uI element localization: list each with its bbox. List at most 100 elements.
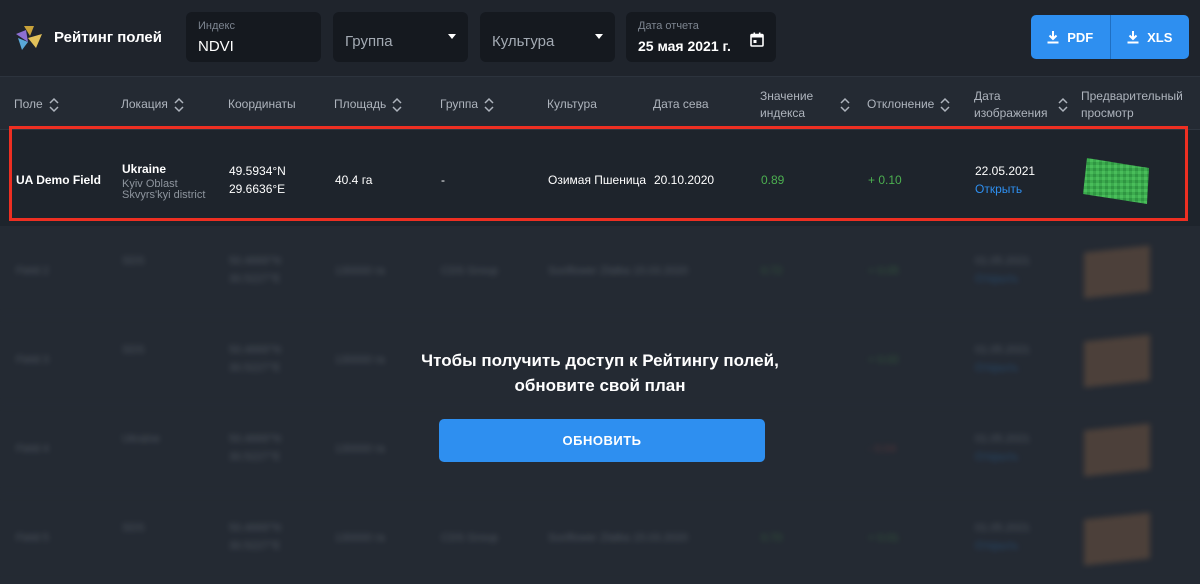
blurred-date: 01.05.2021	[975, 255, 1031, 267]
app-logo-icon[interactable]	[14, 24, 44, 52]
blurred-location: Ukraine	[122, 433, 160, 445]
sort-icon	[484, 97, 494, 112]
column-deviation[interactable]: Отклонение	[867, 96, 950, 113]
column-coordinates-label: Координаты	[228, 97, 296, 111]
row-district: Skvyrs'kyi district	[122, 189, 206, 201]
row-deviation: + 0.10	[868, 173, 902, 187]
row-sow-date: 20.10.2020	[654, 173, 715, 187]
report-date-picker[interactable]: Дата отчета 25 мая 2021 г.	[626, 12, 776, 62]
column-sow-date: Дата сева	[653, 96, 709, 113]
blurred-lat: 50.4669°N	[229, 433, 282, 445]
row-group: -	[441, 173, 445, 187]
chevron-down-icon	[448, 34, 456, 39]
blurred-lat: 50.4669°N	[229, 255, 282, 267]
blurred-date: 01.05.2021	[975, 433, 1031, 445]
blurred-deviation: + 0.01	[868, 532, 899, 544]
column-preview-label-1: Предварительный	[1081, 89, 1183, 103]
column-preview-label-2: просмотр	[1081, 106, 1134, 120]
blurred-location: SDS	[122, 255, 145, 267]
column-image-date-label-2: изображения	[974, 106, 1048, 120]
column-field[interactable]: Поле	[14, 96, 59, 113]
column-deviation-label: Отклонение	[867, 97, 935, 111]
column-image-date-label-1: Дата	[974, 89, 1001, 103]
column-field-label: Поле	[14, 97, 43, 111]
blurred-area: 130000 га	[335, 443, 385, 455]
blurred-open: Открыть	[975, 451, 1019, 463]
sort-icon	[1058, 97, 1068, 113]
column-sow-date-label: Дата сева	[653, 97, 709, 111]
blurred-field: Field 3	[16, 354, 50, 366]
blurred-location: SDS	[122, 344, 145, 356]
row-image-date: 22.05.2021	[975, 164, 1036, 178]
column-crop: Культура	[547, 96, 597, 113]
upgrade-message: Чтобы получить доступ к Рейтингу полей, …	[350, 348, 850, 398]
column-index-value[interactable]: Значение индекса	[760, 88, 850, 122]
blurred-lat: 50.4669°N	[229, 344, 282, 356]
row-field-name[interactable]: UA Demo Field	[16, 173, 101, 187]
table-row: Field 2 SDS 50.4669°N 30.5227°E 130000 г…	[0, 227, 1200, 316]
blurred-group: CDS Group	[441, 265, 498, 277]
column-location-label: Локация	[121, 97, 168, 111]
blurred-thumbnail	[1084, 423, 1150, 477]
upgrade-message-line-2: обновите свой план	[514, 376, 686, 395]
column-crop-label: Культура	[547, 97, 597, 111]
calendar-icon[interactable]	[750, 32, 764, 47]
blurred-deviation: - 0.04	[868, 443, 897, 455]
report-date-label: Дата отчета	[638, 20, 699, 32]
index-label: Индекс	[198, 20, 235, 32]
sort-icon	[392, 97, 402, 112]
export-xls-label: XLS	[1147, 29, 1173, 45]
export-pdf-label: PDF	[1067, 29, 1094, 45]
sort-icon	[940, 97, 950, 112]
export-buttons: PDF XLS	[1031, 15, 1189, 59]
blurred-field: Field 4	[16, 443, 50, 455]
row-open-link[interactable]: Открыть	[975, 182, 1022, 196]
column-location[interactable]: Локация	[121, 96, 184, 113]
upgrade-button[interactable]: ОБНОВИТЬ	[439, 419, 765, 462]
locked-rows: Field 2 SDS 50.4669°N 30.5227°E 130000 г…	[0, 227, 1200, 584]
blurred-index: 0.70	[761, 532, 783, 544]
row-index-value: 0.89	[761, 173, 785, 187]
blurred-crop: Sunflower Zlatka 15.03.2020	[548, 532, 689, 544]
app-title: Рейтинг полей	[54, 29, 162, 46]
column-group-label: Группа	[440, 97, 479, 111]
index-value: NDVI	[198, 38, 234, 55]
table-header: Поле Локация Координаты Площадь Группа К…	[0, 78, 1200, 130]
blurred-lon: 30.5227°E	[229, 451, 281, 463]
column-area-label: Площадь	[334, 97, 387, 111]
top-bar: Рейтинг полей Индекс NDVI Группа Культур…	[0, 0, 1200, 77]
blurred-field: Field 5	[16, 532, 50, 544]
sort-icon	[840, 97, 850, 113]
sort-icon	[174, 97, 184, 112]
blurred-field: Field 2	[16, 265, 50, 277]
sort-icon	[49, 97, 59, 112]
blurred-group: CDS Group	[441, 532, 498, 544]
row-area: 40.4 га	[335, 173, 373, 187]
blurred-index: 0.72	[761, 265, 783, 277]
group-placeholder: Группа	[345, 33, 393, 50]
blurred-thumbnail	[1084, 512, 1150, 566]
blurred-area: 130000 га	[335, 532, 385, 544]
blurred-deviation: + 0.02	[868, 354, 899, 366]
crop-select[interactable]: Культура	[480, 12, 615, 62]
field-preview-thumbnail[interactable]	[1081, 156, 1153, 206]
blurred-thumbnail	[1084, 334, 1150, 388]
column-area[interactable]: Площадь	[334, 96, 402, 113]
table-row: Field 5 SDS 50.4669°N 30.5227°E 130000 г…	[0, 494, 1200, 583]
export-xls-button[interactable]: XLS	[1109, 15, 1190, 59]
column-group[interactable]: Группа	[440, 96, 494, 113]
download-icon	[1047, 31, 1059, 44]
group-select[interactable]: Группа	[333, 12, 468, 62]
index-select[interactable]: Индекс NDVI	[186, 12, 321, 62]
row-country: Ukraine	[122, 162, 167, 176]
blurred-location: SDS	[122, 522, 145, 534]
column-image-date[interactable]: Дата изображения	[974, 88, 1068, 122]
column-index-value-label-1: Значение	[760, 89, 814, 103]
blurred-lat: 50.4669°N	[229, 522, 282, 534]
export-pdf-button[interactable]: PDF	[1031, 15, 1110, 59]
blurred-lon: 30.5227°E	[229, 540, 281, 552]
blurred-lon: 30.5227°E	[229, 273, 281, 285]
chevron-down-icon	[595, 34, 603, 39]
column-coordinates: Координаты	[228, 96, 296, 113]
blurred-date: 01.05.2021	[975, 522, 1031, 534]
